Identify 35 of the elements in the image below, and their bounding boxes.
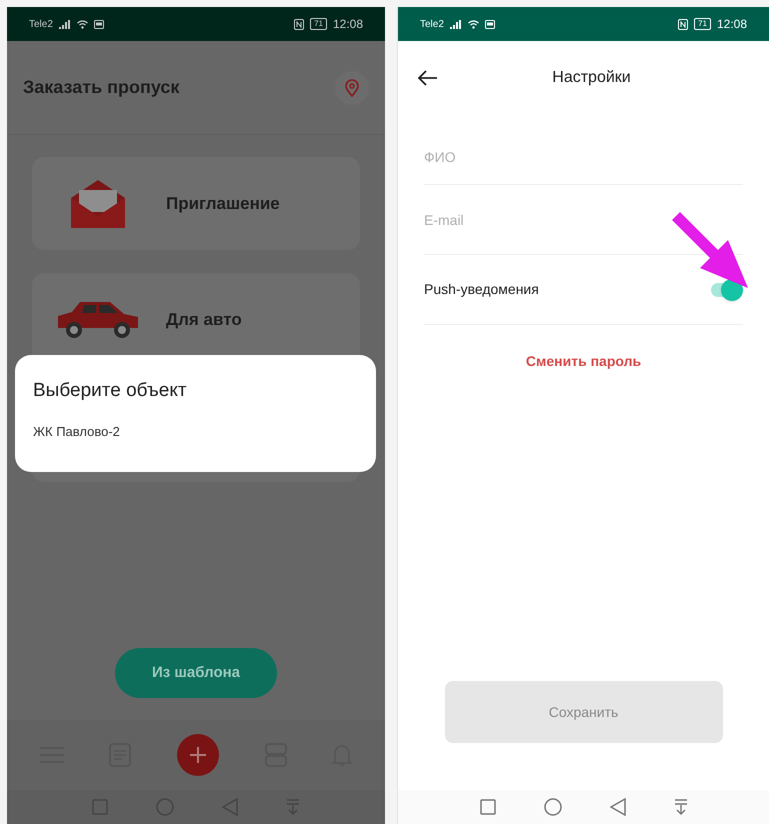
carrier-name: Tele2 — [420, 18, 444, 32]
signal-icon — [450, 20, 462, 28]
notification-pull-icon[interactable] — [674, 799, 688, 815]
message-icon — [94, 20, 104, 28]
card-label: Для авто — [166, 308, 242, 331]
option-card[interactable]: Приглашение — [32, 157, 360, 250]
wifi-icon — [76, 20, 88, 28]
back-icon[interactable] — [610, 798, 626, 816]
nfc-icon — [678, 18, 688, 30]
plus-icon — [188, 746, 207, 764]
message-icon — [484, 20, 495, 28]
push-label: Push-уведомения — [424, 280, 539, 299]
back-arrow-icon[interactable] — [418, 70, 438, 86]
dialog-option[interactable]: ЖК Павлово-2 — [33, 422, 358, 441]
battery-indicator: 71 — [310, 18, 327, 30]
nfc-icon — [294, 18, 304, 30]
wifi-icon — [468, 20, 479, 28]
battery-indicator: 71 — [694, 18, 711, 30]
change-password-link[interactable]: Сменить пароль — [526, 351, 642, 372]
clock: 12:08 — [716, 16, 747, 33]
signal-icon — [58, 20, 71, 28]
location-button[interactable] — [335, 70, 369, 104]
home-icon[interactable] — [544, 798, 562, 816]
page-title: Заказать пропуск — [23, 76, 180, 99]
add-button[interactable] — [176, 734, 219, 776]
envelope-icon — [69, 178, 127, 230]
dialog-title: Выберите объект — [33, 379, 188, 403]
carrier-name: Tele2 — [29, 18, 53, 32]
clock: 12:08 — [332, 16, 363, 33]
card-label: Приглашение — [166, 192, 280, 215]
template-button[interactable]: Из шаблона — [115, 648, 277, 698]
recent-apps-icon[interactable] — [480, 799, 496, 815]
text-field[interactable]: ФИО — [424, 120, 743, 185]
page-title: Настройки — [552, 68, 631, 88]
location-pin-icon — [345, 78, 359, 96]
